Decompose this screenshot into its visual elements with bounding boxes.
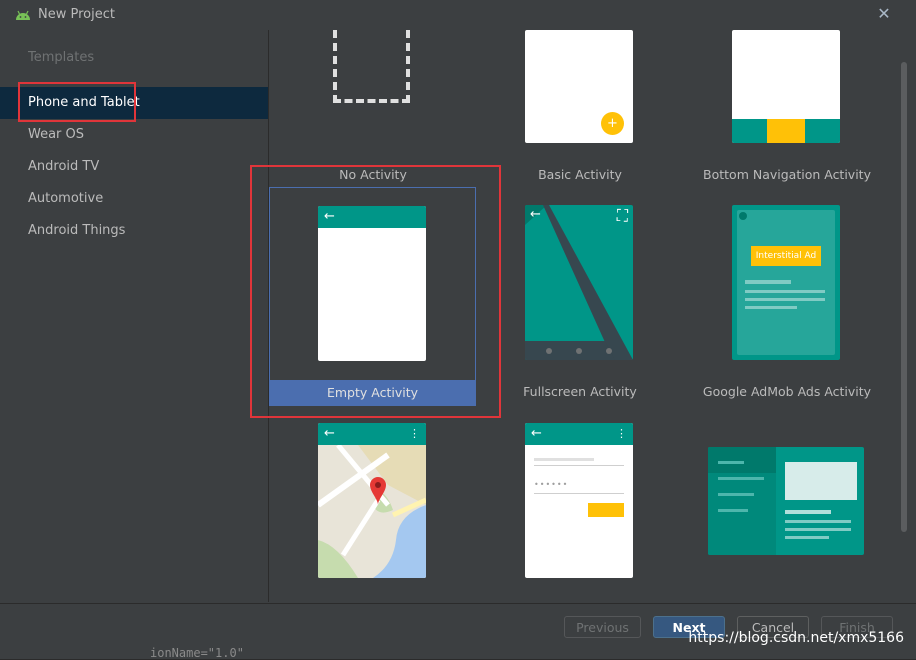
template-master-detail-flow[interactable] <box>683 406 891 602</box>
back-arrow-icon: ← <box>530 207 541 222</box>
close-icon[interactable]: ✕ <box>874 4 894 24</box>
templates-header: Templates <box>28 50 95 65</box>
fab-icon: + <box>601 112 624 135</box>
annotation-highlight-category <box>18 82 136 122</box>
text-line <box>785 520 851 523</box>
text-line <box>745 306 797 309</box>
no-activity-placeholder <box>333 30 410 103</box>
phone-preview: + <box>525 30 633 143</box>
fullscreen-icon: ⛶ <box>616 206 628 225</box>
master-pane <box>708 447 776 555</box>
dismiss-dot-icon <box>739 212 747 220</box>
sidebar-item-android-tv[interactable]: Android TV <box>0 151 268 183</box>
template-login-activity[interactable]: ← ⋮ •••••• <box>476 406 684 602</box>
text-line <box>785 536 829 539</box>
text-line <box>718 493 754 496</box>
text-line <box>718 461 744 464</box>
template-label: Bottom Navigation Activity <box>703 167 871 182</box>
sidebar-item-wear-os[interactable]: Wear OS <box>0 119 268 151</box>
overflow-menu-icon: ⋮ <box>409 427 420 440</box>
sidebar-item-android-things[interactable]: Android Things <box>0 215 268 247</box>
text-line <box>785 510 831 514</box>
template-label: Fullscreen Activity <box>523 384 637 399</box>
phone-preview: Interstitial Ad <box>732 205 840 360</box>
previous-button[interactable]: Previous <box>564 616 641 638</box>
app-bar: ← ⋮ <box>525 423 633 445</box>
field-hint-line <box>534 458 594 461</box>
text-line <box>718 509 748 512</box>
app-bar: ← ⋮ <box>318 423 426 445</box>
tablet-preview <box>708 447 864 555</box>
template-bottom-navigation-activity[interactable]: Bottom Navigation Activity <box>683 30 891 186</box>
watermark-text: https://blog.csdn.net/xmx5166 <box>688 630 904 646</box>
phone-preview: ← ⋮ <box>318 423 426 578</box>
back-arrow-icon: ← <box>324 426 335 441</box>
interstitial-overlay: Interstitial Ad <box>737 210 835 355</box>
map-graphic <box>318 445 426 578</box>
field-underline <box>534 493 624 494</box>
text-line <box>785 528 851 531</box>
window-title: New Project <box>38 7 115 22</box>
template-label: Google AdMob Ads Activity <box>702 384 872 399</box>
bottom-nav-bar <box>732 119 840 143</box>
interstitial-ad-badge: Interstitial Ad <box>751 246 821 266</box>
master-header <box>708 447 776 473</box>
annotation-highlight-template <box>250 165 501 418</box>
text-line <box>718 477 764 480</box>
text-line <box>745 290 825 293</box>
template-basic-activity[interactable]: + Basic Activity <box>476 30 684 186</box>
bottom-nav-selected-tab <box>767 119 805 143</box>
overflow-menu-icon: ⋮ <box>616 427 627 440</box>
new-project-dialog: New Project ✕ Templates Phone and Tablet… <box>0 0 916 660</box>
template-label: Basic Activity <box>538 167 622 182</box>
text-line <box>745 280 791 284</box>
login-button-preview <box>588 503 624 517</box>
title-bar: New Project ✕ <box>0 0 916 30</box>
template-no-activity[interactable]: No Activity <box>269 30 477 186</box>
gallery-scrollbar-thumb[interactable] <box>901 62 907 532</box>
android-icon <box>16 10 30 20</box>
template-maps-activity[interactable]: ← ⋮ <box>269 406 477 602</box>
back-arrow-icon: ← <box>531 426 542 441</box>
password-mask: •••••• <box>534 480 569 489</box>
fullscreen-diagonal-graphic <box>525 205 633 360</box>
sidebar-item-automotive[interactable]: Automotive <box>0 183 268 215</box>
text-line <box>745 298 825 301</box>
template-admob-ads-activity[interactable]: Interstitial Ad Google AdMob Ads Activit… <box>683 187 891 406</box>
detail-image <box>785 462 857 500</box>
phone-preview: ← ⋮ •••••• <box>525 423 633 578</box>
phone-preview: ← ⛶ <box>525 205 633 360</box>
template-fullscreen-activity[interactable]: ← ⛶ Fullscreen Activity <box>476 187 684 406</box>
phone-preview <box>732 30 840 143</box>
field-underline <box>534 465 624 466</box>
